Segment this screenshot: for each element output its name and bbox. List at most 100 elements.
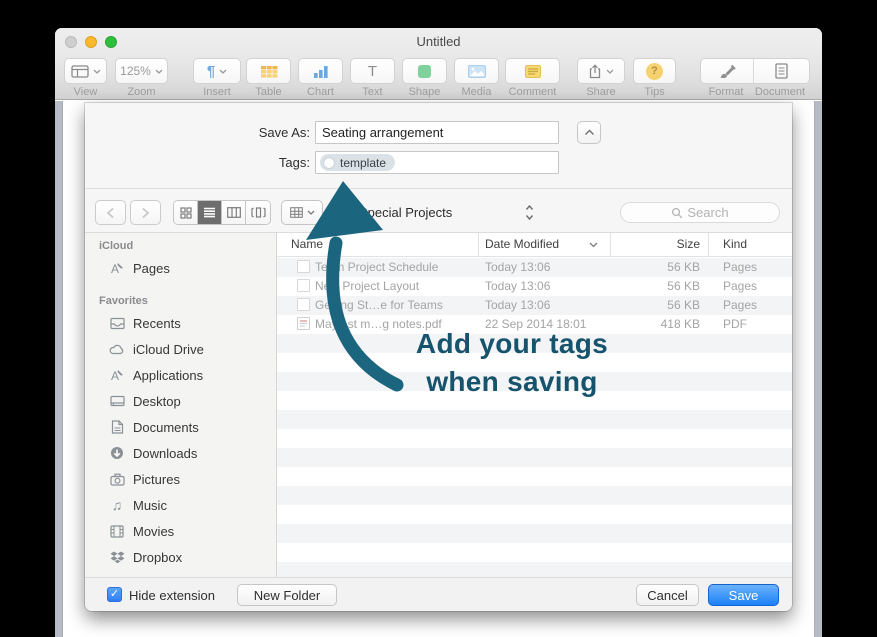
toolbar-chart: Chart bbox=[298, 58, 343, 98]
desktop-icon bbox=[109, 395, 125, 408]
file-name: Getting St…e for Teams bbox=[315, 298, 443, 312]
arrange-button[interactable] bbox=[281, 200, 323, 225]
save-as-label: Save As: bbox=[145, 121, 310, 144]
coverflow-view-button[interactable] bbox=[246, 201, 270, 224]
sidebar-item-label: Recents bbox=[133, 316, 181, 331]
zoom-level-button[interactable]: 125% bbox=[115, 58, 168, 84]
column-header-size[interactable]: Size bbox=[612, 237, 700, 251]
media-button[interactable] bbox=[454, 58, 499, 84]
document-button[interactable] bbox=[753, 59, 809, 83]
column-view-button[interactable] bbox=[222, 201, 246, 224]
document-area: Save As: Tags: template bbox=[55, 101, 822, 637]
sidebar-item-label: Pictures bbox=[133, 472, 180, 487]
new-folder-button[interactable]: New Folder bbox=[237, 584, 337, 606]
chevron-down-icon bbox=[155, 69, 163, 74]
comment-button[interactable] bbox=[505, 58, 560, 84]
minimize-button[interactable] bbox=[85, 36, 97, 48]
location-popup[interactable]: Special Projects bbox=[337, 200, 452, 225]
toolbar-media: Media bbox=[454, 58, 499, 98]
sidebar-item-icloud-drive[interactable]: iCloud Drive bbox=[85, 336, 276, 362]
sidebar-item-desktop[interactable]: Desktop bbox=[85, 388, 276, 414]
sidebar-item-pictures[interactable]: Pictures bbox=[85, 466, 276, 492]
save-button[interactable]: Save bbox=[708, 584, 779, 606]
icon-view-button[interactable] bbox=[174, 201, 198, 224]
popup-updown-chevrons-icon[interactable] bbox=[525, 204, 534, 221]
tags-input[interactable]: template bbox=[315, 151, 559, 174]
sidebar-item-label: Applications bbox=[133, 368, 203, 383]
cancel-button[interactable]: Cancel bbox=[636, 584, 699, 606]
toolbar: View 125% Zoom ¶ Insert bbox=[55, 55, 822, 100]
share-button[interactable] bbox=[577, 58, 625, 84]
sidebar-item-label: Music bbox=[133, 498, 167, 513]
chevron-up-icon bbox=[584, 129, 595, 136]
column-divider bbox=[610, 233, 611, 256]
window-chrome: Untitled View 125% Zoom bbox=[55, 28, 822, 100]
close-button[interactable] bbox=[65, 36, 77, 48]
list-view-button[interactable] bbox=[198, 201, 222, 224]
divider bbox=[85, 188, 792, 189]
sidebar-item-label: Movies bbox=[133, 524, 174, 539]
forward-button[interactable] bbox=[130, 200, 161, 225]
file-row[interactable]: Team Project Schedule Today 13:06 56 KB … bbox=[277, 258, 792, 277]
file-row[interactable]: Getting St…e for Teams Today 13:06 56 KB… bbox=[277, 296, 792, 315]
search-placeholder: Search bbox=[687, 205, 728, 220]
file-date: Today 13:06 bbox=[485, 298, 550, 312]
format-button[interactable] bbox=[701, 59, 753, 83]
tag-color-dot bbox=[323, 157, 335, 169]
applications-icon: A bbox=[109, 368, 125, 382]
text-tool-button[interactable]: T bbox=[350, 58, 395, 84]
sidebar-item-dropbox[interactable]: Dropbox bbox=[85, 544, 276, 570]
column-header-name[interactable]: Name bbox=[291, 237, 323, 251]
pages-window: Untitled View 125% Zoom bbox=[55, 28, 822, 637]
location-name: Special Projects bbox=[359, 205, 452, 220]
back-button[interactable] bbox=[95, 200, 126, 225]
sidebar-item-music[interactable]: ♫ Music bbox=[85, 492, 276, 518]
toolbar-share: Share bbox=[577, 58, 625, 98]
sidebar-item-label: Downloads bbox=[133, 446, 197, 461]
hide-extension-checkbox[interactable]: ✓ bbox=[107, 587, 122, 602]
sidebar-item-label: Documents bbox=[133, 420, 199, 435]
sidebar-item-movies[interactable]: Movies bbox=[85, 518, 276, 544]
media-icon bbox=[468, 65, 486, 78]
column-divider bbox=[708, 233, 709, 256]
column-divider bbox=[478, 233, 479, 256]
downloads-icon bbox=[109, 446, 125, 460]
toolbar-item-label: Format bbox=[700, 86, 752, 98]
toolbar-comment: Comment bbox=[505, 58, 560, 98]
toolbar-shape: Shape bbox=[402, 58, 447, 98]
view-button[interactable] bbox=[64, 58, 107, 84]
sidebar-item-applications[interactable]: A Applications bbox=[85, 362, 276, 388]
file-list: Name Date Modified Size Kind Team Projec… bbox=[277, 233, 792, 577]
column-header-kind[interactable]: Kind bbox=[723, 237, 747, 251]
annotation-line1: Add your tags bbox=[362, 325, 662, 363]
toolbar-item-label: Media bbox=[454, 86, 499, 98]
table-button[interactable] bbox=[246, 58, 291, 84]
sidebar-item-downloads[interactable]: Downloads bbox=[85, 440, 276, 466]
sidebar-item-documents[interactable]: Documents bbox=[85, 414, 276, 440]
file-name: New Project Layout bbox=[315, 279, 419, 293]
chevron-down-icon bbox=[307, 210, 315, 215]
text-icon: T bbox=[368, 64, 377, 79]
column-header-date-modified[interactable]: Date Modified bbox=[485, 237, 559, 251]
toolbar-item-label: Share bbox=[577, 86, 625, 98]
chart-icon bbox=[313, 65, 329, 78]
zoom-window-button[interactable] bbox=[105, 36, 117, 48]
tag-pill[interactable]: template bbox=[320, 154, 395, 171]
sidebar-item-pages[interactable]: A Pages bbox=[85, 255, 276, 281]
sidebar-item-label: Dropbox bbox=[133, 550, 182, 565]
save-as-input[interactable] bbox=[315, 121, 559, 144]
shape-button[interactable] bbox=[402, 58, 447, 84]
expand-sheet-button[interactable] bbox=[577, 121, 601, 144]
file-row[interactable]: New Project Layout Today 13:06 56 KB Pag… bbox=[277, 277, 792, 296]
file-date: Today 13:06 bbox=[485, 279, 550, 293]
sidebar-item-label: iCloud Drive bbox=[133, 342, 204, 357]
file-kind: Pages bbox=[723, 260, 757, 274]
toolbar-item-label: Chart bbox=[298, 86, 343, 98]
chart-button[interactable] bbox=[298, 58, 343, 84]
sidebar-item-label: Pages bbox=[133, 261, 170, 276]
sidebar-item-recents[interactable]: Recents bbox=[85, 310, 276, 336]
chevron-down-icon bbox=[606, 69, 614, 74]
tips-button[interactable]: ? bbox=[633, 58, 676, 84]
insert-button[interactable]: ¶ bbox=[193, 58, 241, 84]
search-input[interactable]: Search bbox=[620, 202, 780, 223]
